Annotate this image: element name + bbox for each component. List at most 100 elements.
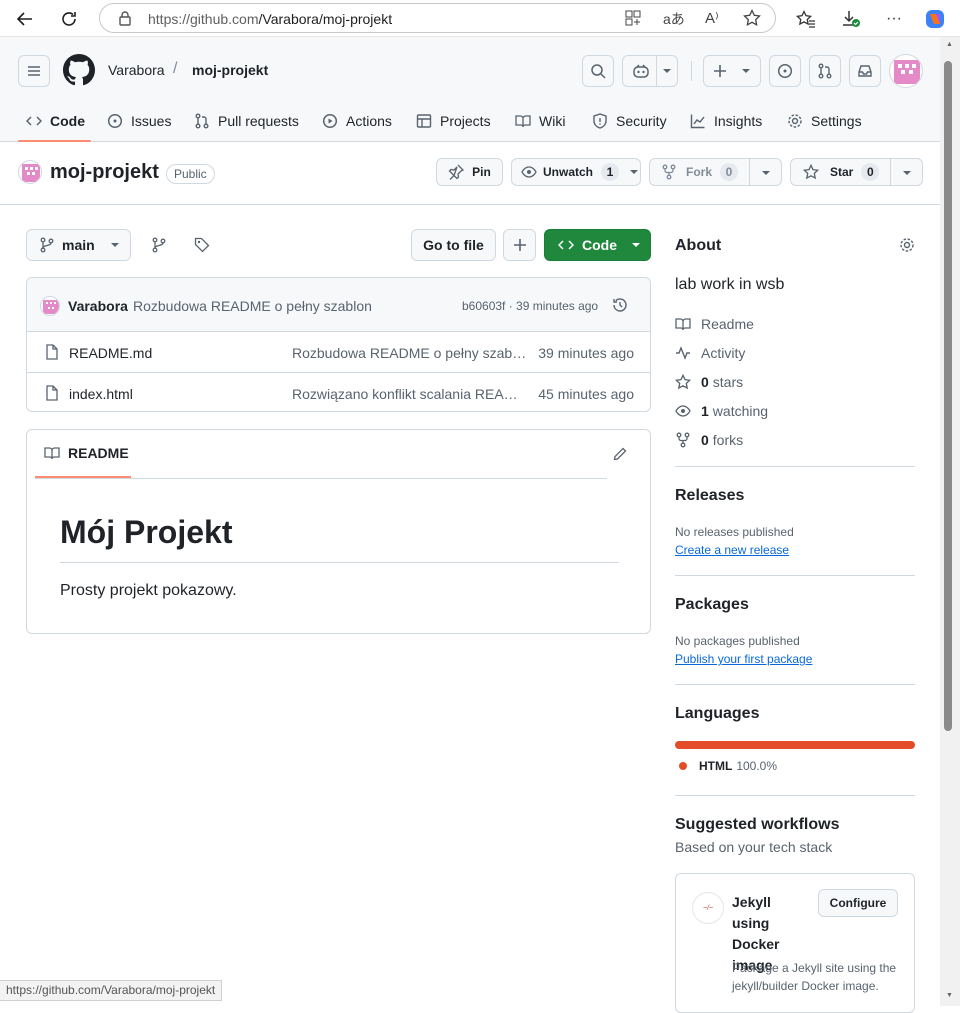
- copilot-button[interactable]: [622, 55, 678, 87]
- about-description: lab work in wsb: [675, 276, 785, 293]
- scrollbar[interactable]: ▲ ▼: [940, 37, 960, 1006]
- path-separator: /: [173, 60, 178, 77]
- lock-icon[interactable]: [118, 11, 132, 26]
- about-stars-link[interactable]: 0 stars: [675, 372, 743, 392]
- file-commit-message[interactable]: Rozbudowa README o pełny szab…: [292, 345, 526, 361]
- releases-title[interactable]: Releases: [675, 487, 744, 505]
- file-name[interactable]: index.html: [69, 386, 133, 402]
- scroll-down-icon[interactable]: ▼: [946, 992, 953, 999]
- tab-projects[interactable]: Projects: [416, 99, 491, 142]
- read-aloud-icon[interactable]: A⁾: [705, 9, 719, 27]
- favorite-star-icon[interactable]: [743, 9, 761, 27]
- pull-requests-button[interactable]: [809, 55, 841, 87]
- star-icon: [675, 374, 691, 390]
- tab-security[interactable]: Security: [592, 99, 667, 142]
- issue-icon: [107, 113, 123, 128]
- repo-name[interactable]: moj-projekt: [50, 161, 159, 184]
- about-forks-link[interactable]: 0 forks: [675, 430, 743, 450]
- about-watching-link[interactable]: 1 watching: [675, 401, 768, 421]
- about-settings-gear-icon[interactable]: [899, 237, 915, 253]
- menu-button[interactable]: [18, 55, 50, 87]
- packages-title[interactable]: Packages: [675, 596, 749, 614]
- tab-wiki[interactable]: Wiki: [515, 99, 565, 142]
- readme-heading: Mój Projekt: [60, 514, 233, 550]
- favorites-icon[interactable]: [795, 8, 817, 30]
- readme-tab[interactable]: README: [35, 430, 131, 478]
- pulse-icon: [676, 346, 690, 360]
- add-file-button[interactable]: [503, 229, 536, 261]
- downloads-icon[interactable]: [840, 8, 862, 30]
- workflows-title: Suggested workflows: [675, 816, 840, 833]
- search-button[interactable]: [582, 55, 614, 87]
- repo-link[interactable]: moj-projekt: [192, 62, 268, 78]
- github-logo-icon[interactable]: [63, 54, 95, 86]
- more-options-icon[interactable]: ···: [883, 8, 905, 30]
- languages-title: Languages: [675, 705, 760, 722]
- visibility-badge: Public: [166, 164, 215, 184]
- commit-author[interactable]: Varabora: [68, 298, 128, 314]
- inbox-button[interactable]: [849, 55, 881, 87]
- create-new-button[interactable]: [703, 55, 761, 87]
- language-dot: [679, 762, 687, 770]
- pin-button[interactable]: Pin: [436, 158, 503, 186]
- scroll-up-icon[interactable]: ▲: [946, 41, 953, 48]
- fork-icon: [662, 164, 676, 180]
- commit-message[interactable]: Rozbudowa README o pełny szablon: [133, 298, 372, 314]
- tab-code[interactable]: Code: [26, 99, 85, 142]
- configure-button[interactable]: Configure: [818, 889, 898, 917]
- eye-icon: [521, 166, 537, 178]
- chevron-down-icon: [742, 69, 750, 73]
- fork-count: 0: [720, 163, 739, 181]
- copilot-face-icon: [633, 64, 649, 78]
- user-avatar[interactable]: [889, 54, 923, 88]
- table-row[interactable]: index.html Rozwiązano konflikt scalania …: [27, 372, 650, 413]
- hamburger-icon: [28, 66, 40, 76]
- translate-icon[interactable]: aあ: [663, 9, 685, 29]
- language-item[interactable]: HTML 100.0%: [699, 759, 777, 773]
- book-icon: [515, 114, 531, 127]
- tab-label: Projects: [440, 112, 491, 129]
- owner-avatar[interactable]: [18, 160, 42, 184]
- copilot-icon[interactable]: [924, 8, 946, 30]
- tab-pull-requests[interactable]: Pull requests: [194, 99, 299, 142]
- branches-icon[interactable]: [151, 237, 167, 253]
- address-bar[interactable]: https://github.com/Varabora/moj-projekt …: [99, 3, 776, 33]
- tab-label: Security: [616, 112, 667, 129]
- tab-issues[interactable]: Issues: [107, 99, 171, 142]
- inbox-icon: [858, 65, 872, 77]
- code-dropdown-button[interactable]: Code: [544, 229, 651, 261]
- shield-icon: [593, 112, 607, 129]
- app-available-icon[interactable]: [625, 10, 641, 26]
- publish-package-link[interactable]: Publish your first package: [675, 652, 812, 666]
- workflow-card: ~/~ Jekyll using Docker image Configure …: [675, 873, 915, 1013]
- eye-icon: [675, 405, 691, 417]
- commit-avatar[interactable]: [40, 296, 60, 316]
- packages-empty-text: No packages published: [675, 634, 800, 648]
- tab-settings[interactable]: Settings: [787, 99, 862, 142]
- owner-link[interactable]: Varabora: [108, 62, 165, 78]
- file-commit-message[interactable]: Rozwiązano konflikt scalania REA…: [292, 386, 518, 402]
- browser-toolbar: https://github.com/Varabora/moj-projekt …: [0, 0, 960, 37]
- table-row[interactable]: README.md Rozbudowa README o pełny szab……: [27, 331, 650, 372]
- commit-hash-time[interactable]: b60603f · 39 minutes ago: [462, 299, 598, 313]
- branch-selector[interactable]: main: [26, 229, 131, 261]
- tag-icon[interactable]: [194, 237, 210, 253]
- file-name[interactable]: README.md: [69, 345, 152, 361]
- history-icon[interactable]: [612, 297, 628, 313]
- about-readme-link[interactable]: Readme: [675, 314, 754, 334]
- unwatch-button[interactable]: Unwatch 1: [511, 158, 641, 186]
- star-button[interactable]: Star 0: [790, 158, 923, 186]
- about-activity-link[interactable]: Activity: [675, 343, 745, 363]
- edit-pencil-icon[interactable]: [613, 447, 627, 461]
- create-release-link[interactable]: Create a new release: [675, 543, 789, 557]
- back-icon[interactable]: [14, 8, 36, 30]
- issues-button[interactable]: [769, 55, 801, 87]
- fork-button[interactable]: Fork 0: [649, 158, 782, 186]
- tab-actions[interactable]: Actions: [322, 99, 392, 142]
- go-to-file-button[interactable]: Go to file: [411, 229, 496, 261]
- reload-icon[interactable]: [58, 8, 80, 30]
- tab-insights[interactable]: Insights: [690, 99, 762, 142]
- scroll-thumb[interactable]: [944, 61, 952, 731]
- sidebar-divider: [675, 684, 915, 685]
- chevron-down-icon: [762, 171, 770, 175]
